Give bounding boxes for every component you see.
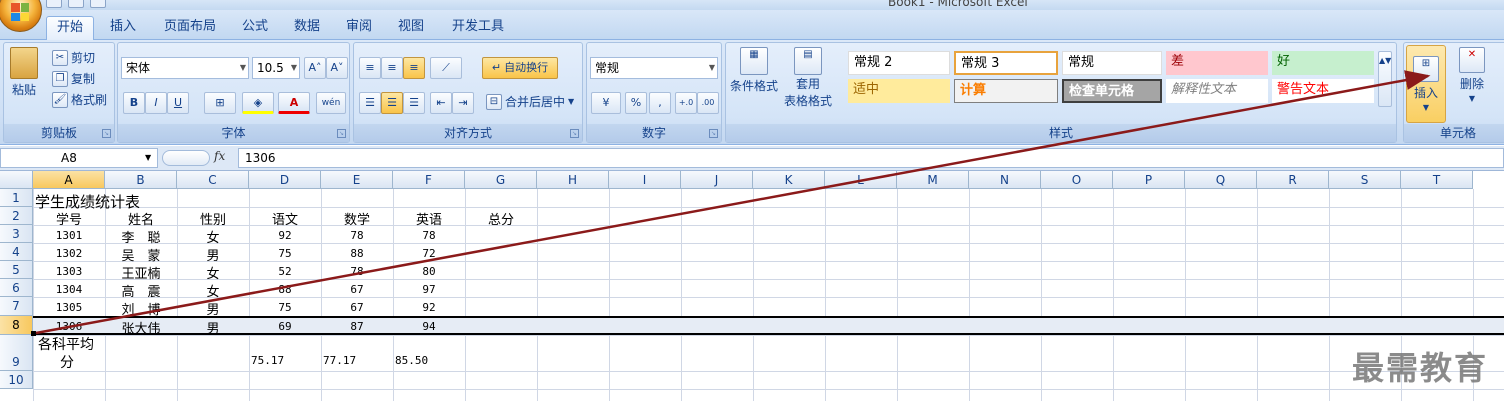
save-icon[interactable] [46,0,62,8]
undo-icon[interactable] [68,0,84,8]
quick-access-toolbar [46,0,106,8]
office-logo-icon [11,3,29,21]
annotation-arrow [35,70,1431,335]
redo-icon[interactable] [90,0,106,8]
watermark: 最需教育 [1352,349,1489,387]
